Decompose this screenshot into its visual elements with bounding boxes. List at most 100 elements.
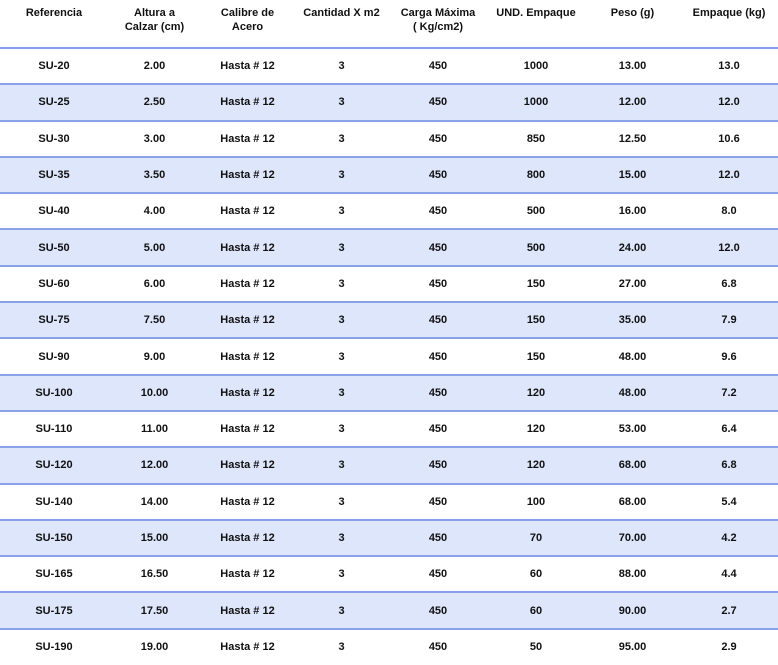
empaque-kg-cell: 2.9 — [680, 628, 778, 665]
table-row: SU-175 17.50 Hasta # 12 3 450 60 90.00 2.7 — [0, 592, 778, 630]
calibre-cell: Hasta # 12 — [201, 628, 294, 665]
und-empaque-cell: 150 — [487, 265, 585, 304]
carga-cell: 450 — [389, 48, 487, 86]
cantidad-cell: 3 — [294, 193, 389, 231]
cantidad-cell: 3 — [294, 48, 389, 86]
calibre-cell: Hasta # 12 — [201, 48, 294, 86]
carga-cell: 450 — [389, 338, 487, 376]
empaque-kg-cell: 6.8 — [680, 447, 778, 485]
empaque-kg-cell: 13.0 — [680, 48, 778, 86]
und-empaque-cell: 1000 — [487, 48, 585, 86]
table-row: SU-165 16.50 Hasta # 12 3 450 60 88.00 4.4 — [0, 556, 778, 594]
header-cantidad: Cantidad X m2 — [294, 0, 389, 49]
und-empaque-cell: 150 — [487, 302, 585, 340]
altura-cell: 11.00 — [108, 410, 201, 449]
altura-cell: 7.50 — [108, 302, 201, 340]
altura-cell: 9.00 — [108, 338, 201, 376]
table-header: Referencia Altura a Calzar (cm) Calibre … — [0, 0, 778, 49]
carga-cell: 450 — [389, 193, 487, 231]
peso-cell: 48.00 — [585, 338, 680, 376]
peso-cell: 88.00 — [585, 556, 680, 594]
cantidad-cell: 3 — [294, 156, 389, 195]
calibre-cell: Hasta # 12 — [201, 120, 294, 158]
referencia-cell: SU-165 — [0, 556, 108, 594]
peso-cell: 68.00 — [585, 447, 680, 485]
table-row: SU-190 19.00 Hasta # 12 3 450 50 95.00 2.9 — [0, 628, 778, 665]
table-row: SU-150 15.00 Hasta # 12 3 450 70 70.00 4.2 — [0, 519, 778, 558]
altura-cell: 16.50 — [108, 556, 201, 594]
cantidad-cell: 3 — [294, 84, 389, 122]
table-row: SU-20 2.00 Hasta # 12 3 450 1000 13.00 13.0 — [0, 48, 778, 86]
header-carga: Carga Máxima ( Kg/cm2) — [389, 0, 487, 49]
referencia-cell: SU-175 — [0, 592, 108, 630]
empaque-kg-cell: 2.7 — [680, 592, 778, 630]
referencia-cell: SU-150 — [0, 519, 108, 558]
altura-cell: 3.00 — [108, 120, 201, 158]
peso-cell: 35.00 — [585, 302, 680, 340]
cantidad-cell: 3 — [294, 447, 389, 485]
referencia-cell: SU-140 — [0, 483, 108, 521]
empaque-kg-cell: 10.6 — [680, 120, 778, 158]
carga-cell: 450 — [389, 483, 487, 521]
cantidad-cell: 3 — [294, 229, 389, 267]
und-empaque-cell: 60 — [487, 556, 585, 594]
und-empaque-cell: 50 — [487, 628, 585, 665]
referencia-cell: SU-35 — [0, 156, 108, 195]
carga-cell: 450 — [389, 556, 487, 594]
peso-cell: 12.00 — [585, 84, 680, 122]
altura-cell: 14.00 — [108, 483, 201, 521]
cantidad-cell: 3 — [294, 265, 389, 304]
referencia-cell: SU-120 — [0, 447, 108, 485]
calibre-cell: Hasta # 12 — [201, 556, 294, 594]
header-und-empaque: UND. Empaque — [487, 0, 585, 49]
calibre-cell: Hasta # 12 — [201, 229, 294, 267]
referencia-cell: SU-25 — [0, 84, 108, 122]
carga-cell: 450 — [389, 120, 487, 158]
calibre-cell: Hasta # 12 — [201, 302, 294, 340]
cantidad-cell: 3 — [294, 592, 389, 630]
und-empaque-cell: 120 — [487, 374, 585, 412]
header-empaque-kg: Empaque (kg) — [680, 0, 778, 49]
altura-cell: 2.50 — [108, 84, 201, 122]
empaque-kg-cell: 6.8 — [680, 265, 778, 304]
table-row: SU-25 2.50 Hasta # 12 3 450 1000 12.00 12.0 — [0, 84, 778, 122]
cantidad-cell: 3 — [294, 120, 389, 158]
referencia-cell: SU-20 — [0, 48, 108, 86]
header-referencia: Referencia — [0, 0, 108, 49]
und-empaque-cell: 120 — [487, 410, 585, 449]
calibre-cell: Hasta # 12 — [201, 592, 294, 630]
calibre-cell: Hasta # 12 — [201, 193, 294, 231]
table-row: SU-35 3.50 Hasta # 12 3 450 800 15.00 12.0 — [0, 156, 778, 195]
cantidad-cell: 3 — [294, 374, 389, 412]
und-empaque-cell: 500 — [487, 229, 585, 267]
carga-cell: 450 — [389, 302, 487, 340]
calibre-cell: Hasta # 12 — [201, 84, 294, 122]
header-peso: Peso (g) — [585, 0, 680, 49]
peso-cell: 16.00 — [585, 193, 680, 231]
und-empaque-cell: 150 — [487, 338, 585, 376]
peso-cell: 70.00 — [585, 519, 680, 558]
und-empaque-cell: 850 — [487, 120, 585, 158]
table-row: SU-110 11.00 Hasta # 12 3 450 120 53.00 6.4 — [0, 410, 778, 449]
header-row: Referencia Altura a Calzar (cm) Calibre … — [0, 0, 778, 49]
carga-cell: 450 — [389, 592, 487, 630]
calibre-cell: Hasta # 12 — [201, 338, 294, 376]
referencia-cell: SU-190 — [0, 628, 108, 665]
table-row: SU-140 14.00 Hasta # 12 3 450 100 68.00 5.4 — [0, 483, 778, 521]
altura-cell: 17.50 — [108, 592, 201, 630]
altura-cell: 15.00 — [108, 519, 201, 558]
peso-cell: 27.00 — [585, 265, 680, 304]
empaque-kg-cell: 8.0 — [680, 193, 778, 231]
peso-cell: 24.00 — [585, 229, 680, 267]
referencia-cell: SU-100 — [0, 374, 108, 412]
referencia-cell: SU-40 — [0, 193, 108, 231]
empaque-kg-cell: 4.4 — [680, 556, 778, 594]
altura-cell: 3.50 — [108, 156, 201, 195]
und-empaque-cell: 500 — [487, 193, 585, 231]
peso-cell: 90.00 — [585, 592, 680, 630]
carga-cell: 450 — [389, 374, 487, 412]
table-row: SU-40 4.00 Hasta # 12 3 450 500 16.00 8.0 — [0, 193, 778, 231]
cantidad-cell: 3 — [294, 410, 389, 449]
table-row: SU-30 3.00 Hasta # 12 3 450 850 12.50 10.6 — [0, 120, 778, 158]
referencia-cell: SU-50 — [0, 229, 108, 267]
